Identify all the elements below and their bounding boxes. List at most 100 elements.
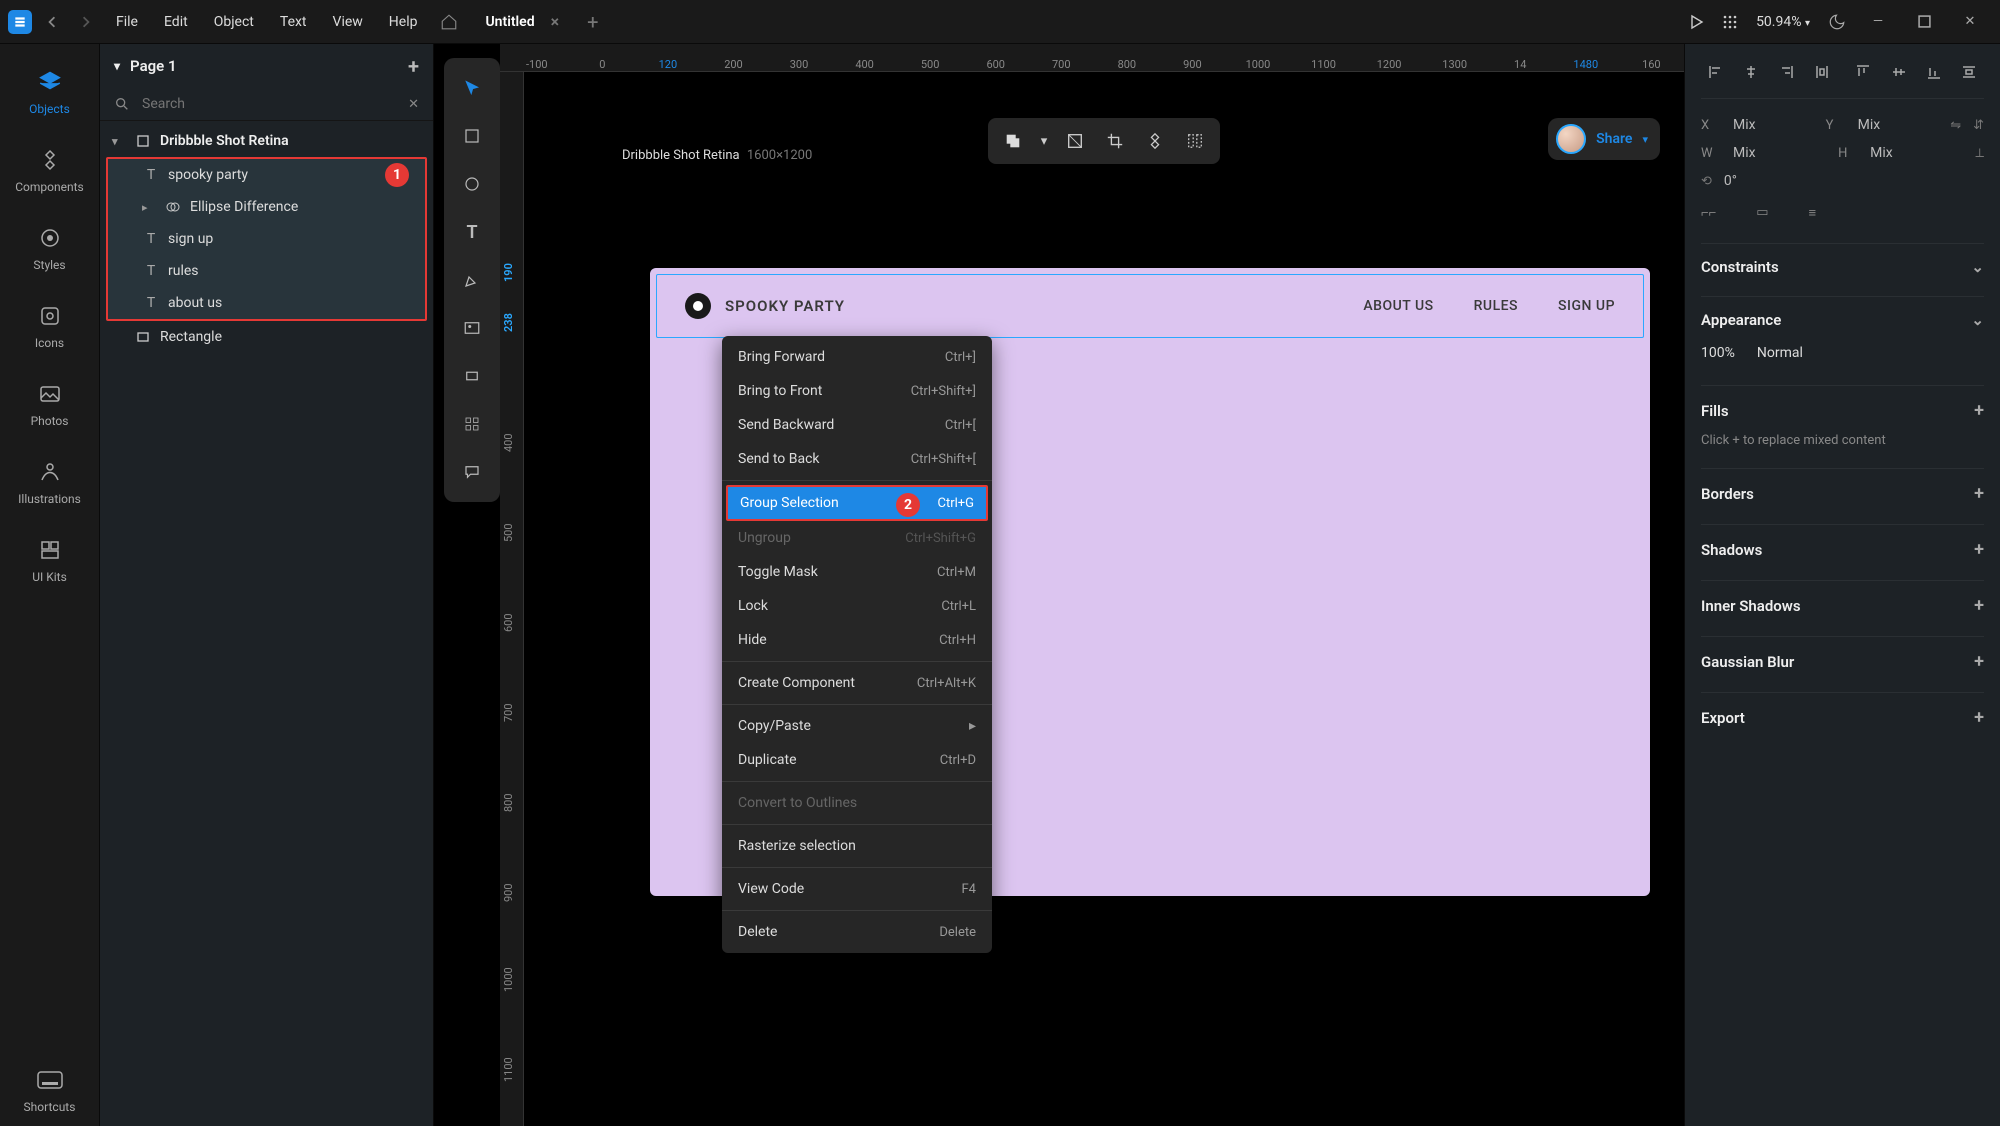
app-logo[interactable] xyxy=(8,10,32,34)
add-shadow-icon[interactable]: + xyxy=(1974,539,1984,560)
lock-ratio-icon[interactable]: ⟂ xyxy=(1975,146,1984,161)
crop-icon[interactable] xyxy=(1098,124,1132,158)
menu-object[interactable]: Object xyxy=(204,8,264,36)
menu-view[interactable]: View xyxy=(323,8,373,36)
opacity-input[interactable]: 100% xyxy=(1701,345,1735,361)
rail-icons[interactable]: Icons xyxy=(0,290,99,362)
pen-tool[interactable] xyxy=(452,260,492,300)
page-selector[interactable]: ▾ Page 1 + xyxy=(100,44,433,88)
menu-text[interactable]: Text xyxy=(270,8,317,36)
context-menu-item[interactable]: Copy/Paste▸ xyxy=(722,709,992,743)
text-tool[interactable]: T xyxy=(452,212,492,252)
rotation-input[interactable]: 0° xyxy=(1724,173,1984,189)
context-menu-item[interactable]: Group Selection2Ctrl+G xyxy=(726,485,988,521)
layer-item[interactable]: T about us xyxy=(108,287,425,319)
play-icon[interactable] xyxy=(1688,14,1704,30)
blend-mode-select[interactable]: Normal xyxy=(1757,345,1803,361)
grid-icon[interactable] xyxy=(1722,14,1738,30)
minimize-icon[interactable]: — xyxy=(1864,14,1892,29)
add-inner-shadow-icon[interactable]: + xyxy=(1974,595,1984,616)
expand-icon[interactable]: ▸ xyxy=(142,201,156,214)
user-avatar[interactable] xyxy=(1556,124,1586,154)
frame-name-label[interactable]: Dribbble Shot Retina 1600×1200 xyxy=(622,148,812,163)
image-tool[interactable] xyxy=(452,308,492,348)
width-input[interactable]: Mix xyxy=(1733,145,1826,161)
padding-icon[interactable]: ▭ xyxy=(1756,205,1768,221)
ellipse-tool[interactable] xyxy=(452,164,492,204)
close-tab-icon[interactable]: × xyxy=(545,12,566,31)
dropdown-caret-icon[interactable]: ▾ xyxy=(1036,124,1052,158)
add-border-icon[interactable]: + xyxy=(1974,483,1984,504)
frame-tool[interactable] xyxy=(452,116,492,156)
context-menu-item[interactable]: Bring to FrontCtrl+Shift+] xyxy=(722,374,992,408)
rail-objects[interactable]: Objects xyxy=(0,56,99,128)
context-menu-item[interactable]: LockCtrl+L xyxy=(722,589,992,623)
add-export-icon[interactable]: + xyxy=(1974,707,1984,728)
canvas-viewport[interactable]: ▾ Share ▾ Dribbble Shot Retina 1600×1200 xyxy=(524,72,1684,1126)
zoom-level[interactable]: 50.94% ▾ xyxy=(1756,14,1810,30)
menu-file[interactable]: File xyxy=(106,8,148,36)
constraints-section[interactable]: Constraints⌄ xyxy=(1701,244,1984,297)
share-chip[interactable]: Share ▾ xyxy=(1548,118,1660,160)
layer-item[interactable]: T sign up xyxy=(108,223,425,255)
chevron-down-icon[interactable]: ⌄ xyxy=(1971,258,1984,276)
context-menu-item[interactable]: HideCtrl+H xyxy=(722,623,992,657)
menu-edit[interactable]: Edit xyxy=(154,8,198,36)
context-menu-item[interactable]: Bring ForwardCtrl+] xyxy=(722,340,992,374)
create-component-icon[interactable] xyxy=(1138,124,1172,158)
home-icon[interactable] xyxy=(433,13,465,31)
layer-search-input[interactable] xyxy=(142,96,396,112)
component-tool[interactable] xyxy=(452,404,492,444)
distribute-h-icon[interactable] xyxy=(1807,60,1836,84)
close-window-icon[interactable]: ✕ xyxy=(1956,14,1984,29)
clear-search-icon[interactable]: ✕ xyxy=(408,97,419,112)
rail-uikits[interactable]: UI Kits xyxy=(0,524,99,596)
align-hcenter-icon[interactable] xyxy=(1736,60,1765,84)
layer-item[interactable]: T rules xyxy=(108,255,425,287)
add-tab-icon[interactable]: + xyxy=(577,10,608,34)
rail-photos[interactable]: Photos xyxy=(0,368,99,440)
layer-item[interactable]: ▸ Ellipse Difference xyxy=(108,191,425,223)
maximize-icon[interactable] xyxy=(1910,15,1938,28)
add-blur-icon[interactable]: + xyxy=(1974,651,1984,672)
align-left-icon[interactable] xyxy=(1701,60,1730,84)
context-menu-item[interactable]: Send BackwardCtrl+[ xyxy=(722,408,992,442)
layer-item[interactable]: T spooky party 1 xyxy=(108,159,425,191)
align-top-icon[interactable] xyxy=(1849,60,1878,84)
align-text-icon[interactable]: ≡ xyxy=(1808,205,1816,221)
context-menu-item[interactable]: View CodeF4 xyxy=(722,872,992,906)
auto-layout-icon[interactable] xyxy=(1178,124,1212,158)
comment-tool[interactable] xyxy=(452,452,492,492)
x-input[interactable]: Mix xyxy=(1733,117,1814,133)
distribute-v-icon[interactable] xyxy=(1955,60,1984,84)
chevron-down-icon[interactable]: ⌄ xyxy=(1971,311,1984,329)
theme-toggle-icon[interactable] xyxy=(1828,13,1846,31)
context-menu-item[interactable]: Toggle MaskCtrl+M xyxy=(722,555,992,589)
context-menu-item[interactable]: Send to BackCtrl+Shift+[ xyxy=(722,442,992,476)
align-right-icon[interactable] xyxy=(1772,60,1801,84)
flip-h-icon[interactable]: ⇋ xyxy=(1950,118,1961,133)
menu-help[interactable]: Help xyxy=(379,8,428,36)
y-input[interactable]: Mix xyxy=(1858,117,1939,133)
align-vcenter-icon[interactable] xyxy=(1884,60,1913,84)
add-page-icon[interactable]: + xyxy=(408,54,419,78)
rail-components[interactable]: Components xyxy=(0,134,99,206)
height-input[interactable]: Mix xyxy=(1870,145,1963,161)
add-fill-icon[interactable]: + xyxy=(1974,400,1984,421)
document-tab[interactable]: Untitled × xyxy=(471,12,571,31)
rail-illustrations[interactable]: Illustrations xyxy=(0,446,99,518)
layer-frame-root[interactable]: ▾ Dribbble Shot Retina xyxy=(100,125,433,157)
corner-radius-icon[interactable]: ⌐⌐ xyxy=(1701,205,1716,221)
layer-item[interactable]: Rectangle xyxy=(100,321,433,353)
context-menu-item[interactable]: DuplicateCtrl+D xyxy=(722,743,992,777)
collapse-icon[interactable]: ▾ xyxy=(112,135,126,148)
align-bottom-icon[interactable] xyxy=(1919,60,1948,84)
context-menu-item[interactable]: Create ComponentCtrl+Alt+K xyxy=(722,666,992,700)
context-menu-item[interactable]: Rasterize selection xyxy=(722,829,992,863)
nav-forward-icon[interactable] xyxy=(72,8,100,36)
rail-shortcuts[interactable]: Shortcuts xyxy=(0,1054,99,1126)
context-menu-item[interactable]: DeleteDelete xyxy=(722,915,992,949)
boolean-union-icon[interactable] xyxy=(996,124,1030,158)
artboard-tool[interactable] xyxy=(452,356,492,396)
move-tool[interactable] xyxy=(452,68,492,108)
